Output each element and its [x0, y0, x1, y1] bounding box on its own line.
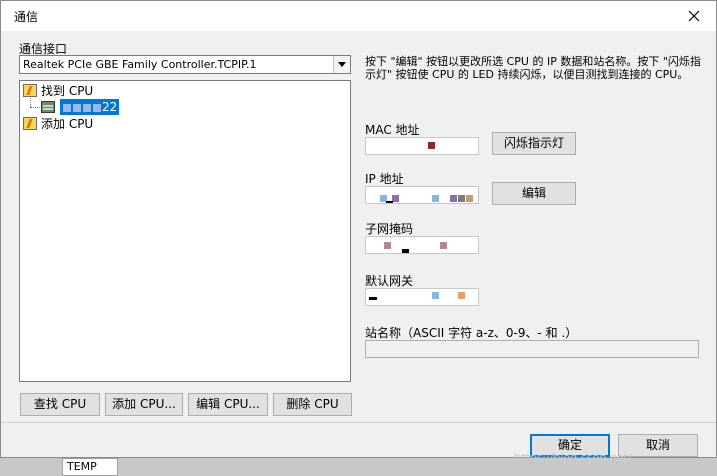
subnet-mask-label: 子网掩码 [365, 222, 414, 236]
tree-connector [30, 107, 40, 108]
mac-address-field [365, 137, 479, 155]
cpu-tree[interactable]: 找到 CPU 22 添加 CPU [19, 80, 351, 382]
close-button[interactable] [682, 4, 706, 28]
title-bar: 通信 [1, 1, 716, 31]
background-cell: TEMP [62, 458, 118, 476]
masked-ip-block [63, 103, 71, 112]
masked-pixel [384, 242, 391, 249]
watermark: https://blog.csdn.net/... [514, 451, 643, 464]
chevron-down-icon[interactable] [333, 56, 350, 73]
masked-pixel [386, 201, 393, 203]
masked-pixel [369, 297, 377, 300]
info-text: 按下 "编辑" 按钮以更改所选 CPU 的 IP 数据和站名称。按下 "闪烁指示… [365, 55, 701, 81]
masked-pixel [428, 142, 435, 149]
masked-pixel [466, 195, 473, 202]
close-icon [688, 10, 700, 22]
masked-pixel [458, 195, 465, 202]
edit-cpu-button[interactable]: 编辑 CPU... [188, 393, 268, 416]
divider [1, 422, 716, 423]
tree-item-cpu[interactable]: 22 [60, 99, 120, 115]
delete-cpu-button[interactable]: 删除 CPU [273, 393, 352, 416]
dialog-title: 通信 [14, 10, 39, 24]
masked-pixel [450, 195, 457, 202]
interface-select[interactable]: Realtek PCIe GBE Family Controller.TCPIP… [19, 55, 351, 74]
masked-ip-block [83, 103, 91, 112]
default-gateway-field [365, 288, 479, 306]
masked-pixel [458, 292, 465, 299]
edit-button[interactable]: 编辑 [492, 182, 576, 205]
tree-connector [30, 98, 31, 107]
mac-address-label: MAC 地址 [365, 123, 420, 137]
default-gateway-label: 默认网关 [365, 274, 414, 288]
masked-ip-block [93, 103, 101, 112]
subnet-mask-field [365, 236, 479, 254]
tree-item-found-cpu[interactable]: 找到 CPU [41, 83, 93, 99]
tree-item-add-cpu[interactable]: 添加 CPU [41, 116, 93, 132]
cpu-icon [41, 101, 55, 113]
interface-select-value: Realtek PCIe GBE Family Controller.TCPIP… [23, 58, 257, 71]
masked-pixel [432, 292, 439, 299]
folder-icon [23, 117, 37, 130]
ip-address-label: IP 地址 [365, 172, 404, 186]
flash-led-button[interactable]: 闪烁指示灯 [492, 132, 576, 155]
communication-dialog: 通信 通信接口 Realtek PCIe GBE Family Controll… [0, 0, 717, 458]
masked-ip-block [73, 103, 81, 112]
station-name-label: 站名称（ASCII 字符 a-z、0-9、- 和 .） [365, 326, 578, 340]
find-cpu-button[interactable]: 查找 CPU [20, 393, 100, 416]
masked-pixel [402, 249, 409, 253]
tree-item-cpu-suffix: 22 [102, 100, 118, 114]
ip-address-field [365, 186, 479, 204]
folder-icon [23, 84, 37, 97]
masked-pixel [392, 195, 399, 202]
add-cpu-button[interactable]: 添加 CPU... [105, 393, 183, 416]
station-name-field[interactable] [365, 340, 699, 358]
masked-pixel [440, 242, 447, 249]
masked-pixel [432, 195, 439, 202]
